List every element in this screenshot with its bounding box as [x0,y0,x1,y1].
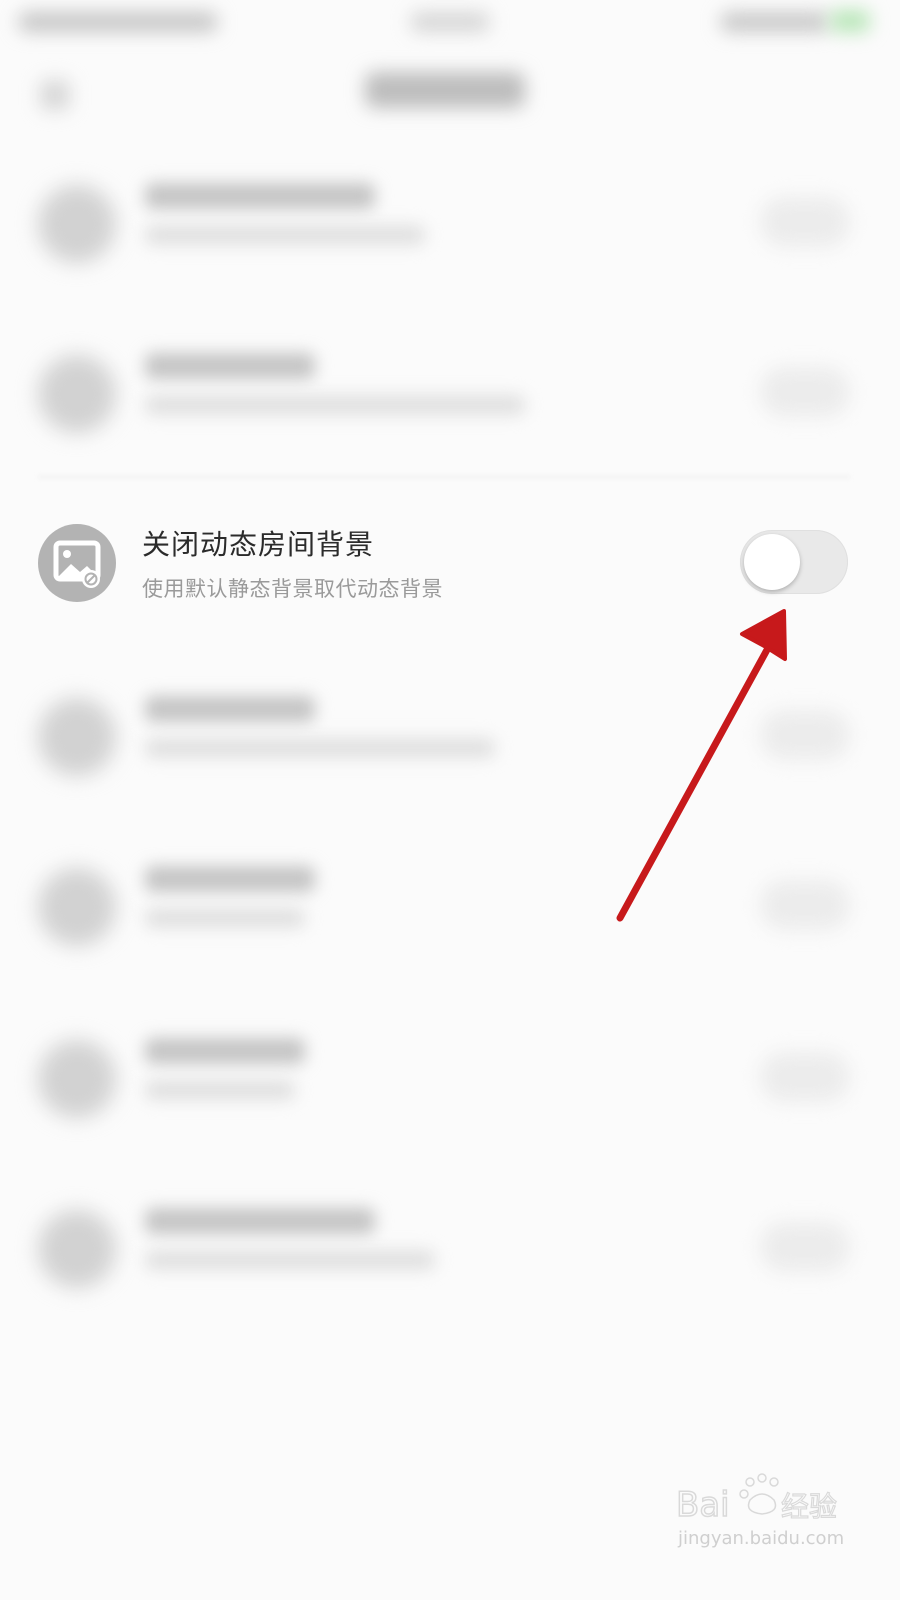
setting-icon [38,1040,116,1118]
settings-screen: 关闭动态房间背景 使用默认静态背景取代动态背景 Bai 经验 jingyan.b… [0,0,900,1600]
blurred-setting-row[interactable] [0,1200,900,1300]
toggle-switch[interactable] [760,710,850,760]
setting-description: 使用默认静态背景取代动态背景 [142,577,443,601]
svg-text:经验: 经验 [781,1490,837,1523]
blurred-setting-row[interactable] [0,1030,900,1130]
status-bar-carrier [18,12,218,32]
setting-icon [38,868,116,946]
status-bar-indicators [720,12,830,32]
setting-icon [38,698,116,776]
setting-row-disable-dynamic-background[interactable]: 关闭动态房间背景 使用默认静态背景取代动态背景 [0,515,900,610]
toggle-switch[interactable] [760,197,850,247]
toggle-switch[interactable] [760,880,850,930]
back-icon[interactable] [40,80,70,110]
status-bar-time [410,12,490,32]
baidu-jingyan-logo: Bai 经验 [676,1473,838,1526]
blurred-setting-row[interactable] [0,345,900,445]
setting-title: 关闭动态房间背景 [142,528,375,561]
toggle-knob[interactable] [744,534,800,590]
toggle-switch[interactable] [760,367,850,417]
dynamic-background-toggle[interactable] [740,530,848,594]
setting-icon [38,1210,116,1288]
blurred-setting-row[interactable] [0,688,900,788]
battery-icon [830,10,870,32]
page-title [365,72,525,108]
blurred-setting-row[interactable] [0,858,900,958]
setting-icon [38,185,116,263]
image-icon [38,524,116,602]
svg-text:Bai: Bai [676,1485,730,1525]
divider [38,476,850,478]
toggle-switch[interactable] [760,1052,850,1102]
setting-icon [38,355,116,433]
blurred-setting-row[interactable] [0,175,900,275]
toggle-switch[interactable] [760,1222,850,1272]
watermark-url: jingyan.baidu.com [678,1528,845,1549]
